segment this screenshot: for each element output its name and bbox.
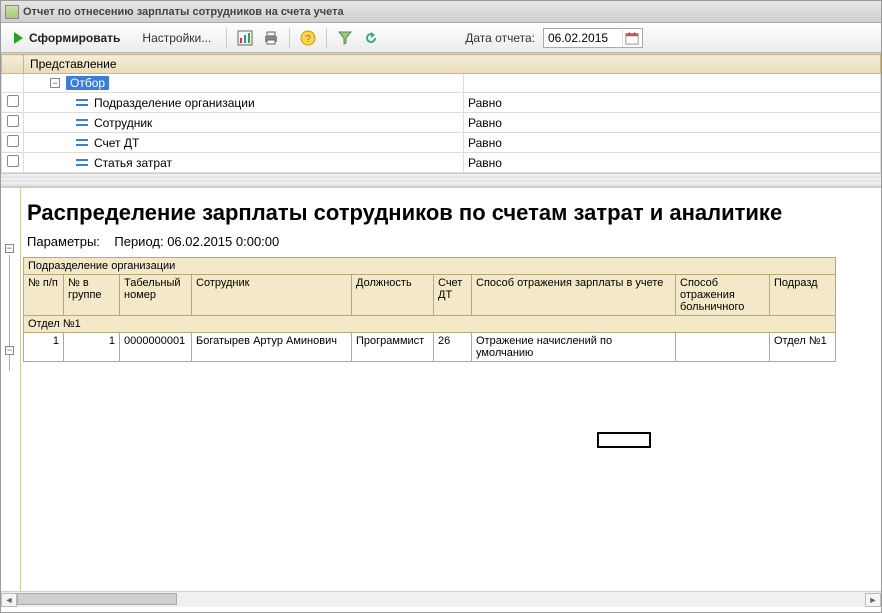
cell-ngroup: 1 — [64, 333, 120, 362]
report-area: − − Распределение зарплаты сотрудников п… — [1, 187, 881, 607]
filter-item-label: Счет ДТ — [94, 136, 139, 150]
report-icon — [5, 5, 19, 19]
filter-item-label: Сотрудник — [94, 116, 152, 130]
svg-text:?: ? — [305, 34, 311, 45]
filter-root-label: Отбор — [66, 76, 109, 90]
checkbox[interactable] — [7, 115, 19, 127]
params-value: Период: 06.02.2015 0:00:00 — [114, 234, 279, 249]
filter-item-label: Подразделение организации — [94, 96, 255, 110]
scroll-right-icon[interactable]: ► — [865, 593, 881, 607]
group-label: Отдел №1 — [24, 316, 836, 333]
col-position: Должность — [352, 275, 434, 316]
group-row[interactable]: Отдел №1 — [24, 316, 836, 333]
checkbox[interactable] — [7, 135, 19, 147]
date-label: Дата отчета: — [465, 31, 535, 45]
cell-account: 26 — [434, 333, 472, 362]
filter-zone: Представление − Отбор Подразделение орга… — [1, 53, 881, 173]
play-icon — [14, 32, 23, 44]
splitter[interactable] — [1, 173, 881, 187]
settings-button[interactable]: Настройки... — [133, 27, 220, 49]
equals-icon — [76, 99, 88, 106]
params-label: Параметры: — [27, 234, 100, 249]
scroll-thumb[interactable] — [17, 593, 177, 605]
filter-condition: Равно — [464, 153, 881, 173]
filter-condition: Равно — [464, 133, 881, 153]
col-sick: Способ отражения больничного — [676, 275, 770, 316]
filter-root-row[interactable]: − Отбор — [2, 74, 881, 93]
filter-icon[interactable] — [333, 27, 357, 49]
col-npp: № п/п — [24, 275, 64, 316]
scroll-track[interactable] — [17, 593, 865, 607]
calendar-icon[interactable] — [622, 29, 642, 47]
col-account: Счет ДТ — [434, 275, 472, 316]
cell-division: Отдел №1 — [770, 333, 836, 362]
help-icon[interactable]: ? — [296, 27, 320, 49]
print-icon[interactable] — [259, 27, 283, 49]
equals-icon — [76, 139, 88, 146]
filter-table: Представление − Отбор Подразделение орга… — [1, 54, 881, 173]
filter-header-label: Представление — [24, 55, 881, 74]
report-table: Подразделение организации № п/п № в груп… — [23, 257, 836, 362]
filter-condition: Равно — [464, 113, 881, 133]
cell-reflect: Отражение начислений по умолчанию — [472, 333, 676, 362]
collapse-icon[interactable]: − — [50, 78, 60, 88]
col-employee: Сотрудник — [192, 275, 352, 316]
collapse-icon[interactable]: − — [5, 346, 14, 355]
equals-icon — [76, 119, 88, 126]
col-division: Подразд — [770, 275, 836, 316]
toolbar: Сформировать Настройки... ? Дата отчета: — [1, 23, 881, 53]
date-input[interactable] — [544, 31, 622, 45]
filter-header-check — [2, 55, 24, 74]
outline-column: − − — [1, 188, 21, 607]
form-button[interactable]: Сформировать — [7, 28, 131, 48]
filter-row[interactable]: Сотрудник Равно — [2, 113, 881, 133]
col-reflect: Способ отражения зарплаты в учете — [472, 275, 676, 316]
titlebar: Отчет по отнесению зарплаты сотрудников … — [1, 1, 881, 23]
cell-cursor — [597, 432, 651, 448]
col-tabnum: Табельный номер — [120, 275, 192, 316]
checkbox[interactable] — [7, 95, 19, 107]
cell-position: Программист — [352, 333, 434, 362]
filter-item-label: Статья затрат — [94, 156, 172, 170]
checkbox[interactable] — [7, 155, 19, 167]
horizontal-scrollbar[interactable]: ◄ ► — [1, 591, 881, 607]
form-button-label: Сформировать — [29, 31, 120, 45]
filter-row[interactable]: Подразделение организации Равно — [2, 93, 881, 113]
filter-condition: Равно — [464, 93, 881, 113]
chart-icon[interactable] — [233, 27, 257, 49]
group-header: Подразделение организации — [24, 258, 836, 275]
refresh-icon[interactable] — [359, 27, 383, 49]
filter-row[interactable]: Счет ДТ Равно — [2, 133, 881, 153]
scroll-left-icon[interactable]: ◄ — [1, 593, 17, 607]
cell-npp: 1 — [24, 333, 64, 362]
equals-icon — [76, 159, 88, 166]
window-title: Отчет по отнесению зарплаты сотрудников … — [23, 6, 344, 18]
collapse-icon[interactable]: − — [5, 244, 14, 253]
cell-tabnum: 0000000001 — [120, 333, 192, 362]
cell-employee: Богатырев Артур Аминович — [192, 333, 352, 362]
col-ngroup: № в группе — [64, 275, 120, 316]
cell-sick — [676, 333, 770, 362]
filter-row[interactable]: Статья затрат Равно — [2, 153, 881, 173]
report-params: Параметры: Период: 06.02.2015 0:00:00 — [1, 232, 881, 257]
date-field[interactable] — [543, 28, 643, 48]
table-row[interactable]: 1 1 0000000001 Богатырев Артур Аминович … — [24, 333, 836, 362]
report-title: Распределение зарплаты сотрудников по сч… — [1, 188, 881, 232]
